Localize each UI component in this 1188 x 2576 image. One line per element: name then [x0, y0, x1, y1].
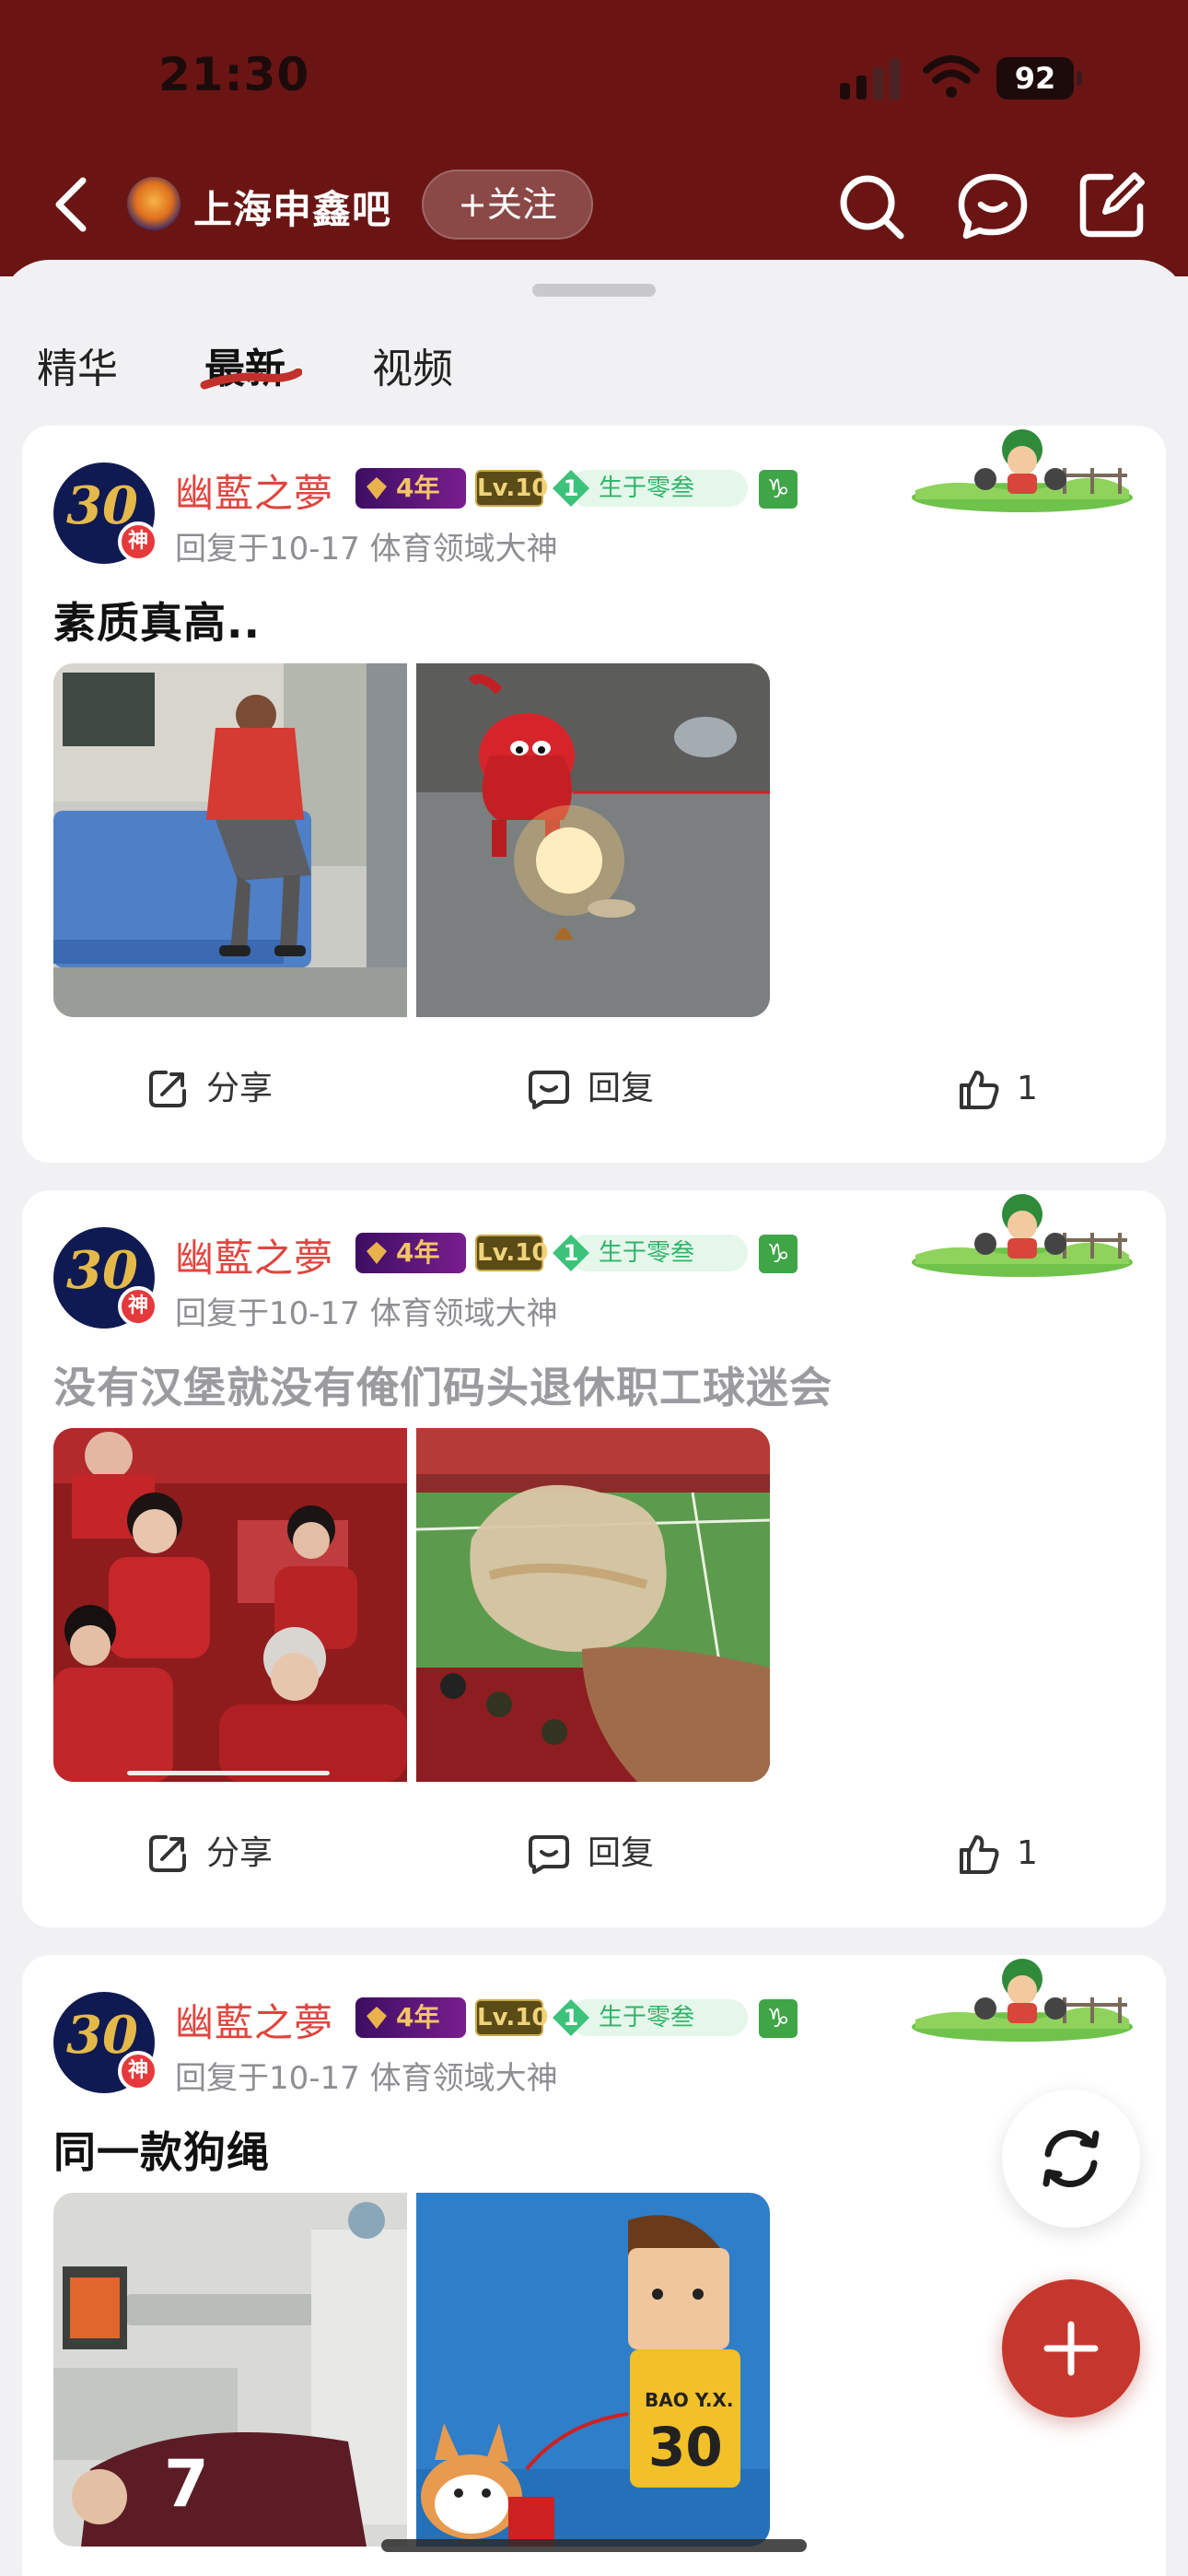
comment-icon — [529, 1835, 569, 1874]
reply-label: 回复 — [588, 1070, 655, 1107]
cellular-signal-icon — [840, 59, 900, 100]
birth-year-rank: 1 — [563, 2005, 579, 2031]
post-card[interactable]: 30 神 幽藍之夢 4年 Lv.10 生于零叁 1 ♑ 回复于10-17 体育领… — [22, 1190, 1166, 1927]
home-indicator[interactable] — [381, 2539, 807, 2552]
post-card[interactable]: 30 神 幽藍之夢 4年 Lv.10 生于零叁 1 ♑ 回复于10-17 体育领… — [22, 1955, 1166, 2576]
username[interactable]: 幽藍之夢 — [175, 1227, 333, 1283]
post-title[interactable]: 素质真高.. — [53, 590, 261, 650]
forum-name[interactable]: 上海申鑫吧 — [193, 179, 391, 235]
tab-video[interactable]: 视频 — [372, 335, 453, 394]
battery-icon: 92 — [996, 57, 1083, 100]
battery-level: 92 — [1014, 61, 1056, 96]
refresh-icon — [1042, 2130, 1100, 2187]
post-image-toy-dog[interactable] — [416, 663, 770, 1017]
username[interactable]: 幽藍之夢 — [175, 463, 333, 519]
thumbs-up-icon — [960, 1835, 999, 1874]
post-image-burger-stadium[interactable] — [416, 1428, 770, 1782]
plus-icon — [1043, 2321, 1099, 2376]
post-actions: 分享 回复 1 — [22, 1817, 1166, 1891]
message-icon[interactable] — [956, 171, 1030, 241]
status-bar: 21:30 92 — [0, 0, 1188, 157]
year-badge-text: 4年 — [396, 473, 440, 503]
god-badge: 神 — [118, 2051, 158, 2091]
share-label: 分享 — [206, 1070, 274, 1107]
jersey-number-text: 30 — [648, 2416, 723, 2478]
crown-icon — [367, 477, 387, 499]
crown-icon — [367, 1242, 387, 1264]
like-count: 1 — [1017, 1070, 1038, 1107]
tab-bar: 精华 最新 视频 — [0, 335, 1188, 420]
god-badge: 神 — [118, 1286, 158, 1327]
like-count: 1 — [1017, 1834, 1038, 1872]
birth-year-badge-text: 生于零叁 — [599, 1239, 695, 1267]
follow-button[interactable]: +关注 — [422, 170, 593, 240]
year-badge-text: 4年 — [396, 1237, 440, 1268]
post-image-cartoon-dog-walk[interactable]: BAO Y.X. 30 — [416, 2193, 770, 2547]
birth-year-badge-text: 生于零叁 — [599, 474, 695, 502]
zodiac-sign-badge: ♑ — [759, 1999, 798, 2038]
zodiac-sign-badge: ♑ — [759, 1235, 798, 1273]
share-icon — [149, 1835, 186, 1872]
level-badge: Lv.10 — [475, 1235, 548, 1271]
reply-label: 回复 — [588, 1834, 655, 1872]
tab-featured[interactable]: 精华 — [37, 335, 118, 394]
post-card[interactable]: 30 神 幽藍之夢 4年 Lv.10 生于零叁 1 ♑ 回复于10-17 体育领… — [22, 426, 1166, 1163]
crown-icon — [367, 2007, 387, 2029]
membership-years-badge: 4年 — [355, 1997, 466, 2038]
zodiac-sign-badge: ♑ — [759, 470, 798, 509]
birth-year-badge: 生于零叁 1 — [551, 1233, 748, 1273]
thumbs-up-icon — [960, 1071, 999, 1109]
new-post-button[interactable] — [1002, 2279, 1140, 2418]
card-decoration-icon — [912, 429, 1133, 512]
post-image-fans-stands[interactable] — [53, 1428, 407, 1782]
wifi-icon — [923, 55, 980, 98]
birth-year-badge: 生于零叁 1 — [551, 468, 748, 509]
post-meta: 回复于10-17 体育领域大神 — [175, 531, 558, 568]
post-image-hospital[interactable]: 7 — [53, 2193, 407, 2547]
comment-icon — [529, 1071, 569, 1109]
share-label: 分享 — [206, 1834, 274, 1872]
birth-year-rank: 1 — [563, 1240, 579, 1266]
level-badge: Lv.10 — [475, 470, 548, 507]
forum-avatar[interactable] — [127, 177, 181, 230]
god-badge: 神 — [118, 521, 158, 562]
refresh-button[interactable] — [1002, 2090, 1140, 2228]
compose-icon[interactable] — [1077, 170, 1147, 240]
sheet-grabber[interactable] — [532, 284, 656, 297]
back-arrow-icon[interactable] — [46, 171, 98, 238]
membership-years-badge: 4年 — [355, 1233, 466, 1273]
card-decoration-icon — [912, 1194, 1133, 1277]
username[interactable]: 幽藍之夢 — [175, 1992, 333, 2048]
post-title[interactable]: 同一款狗绳 — [53, 2119, 270, 2180]
post-meta: 回复于10-17 体育领域大神 — [175, 2060, 558, 2097]
birth-year-badge: 生于零叁 1 — [551, 1997, 748, 2038]
level-badge: Lv.10 — [475, 1999, 548, 2036]
birth-year-rank: 1 — [563, 475, 579, 501]
jersey-name-text: BAO Y.X. — [645, 2389, 733, 2411]
year-badge-text: 4年 — [396, 2002, 440, 2032]
svg-text:7: 7 — [164, 2446, 209, 2522]
card-decoration-icon — [912, 1959, 1133, 2042]
birth-year-badge-text: 生于零叁 — [599, 2004, 695, 2032]
post-image-subway[interactable] — [53, 663, 407, 1017]
membership-years-badge: 4年 — [355, 468, 466, 509]
active-tab-underline — [200, 369, 302, 390]
post-meta: 回复于10-17 体育领域大神 — [175, 1295, 558, 1332]
post-title[interactable]: 没有汉堡就没有俺们码头退休职工球迷会 — [53, 1354, 833, 1415]
share-icon — [149, 1071, 186, 1107]
status-time: 21:30 — [158, 48, 310, 101]
post-actions: 分享 回复 1 — [22, 1052, 1166, 1126]
search-icon[interactable] — [836, 171, 906, 241]
